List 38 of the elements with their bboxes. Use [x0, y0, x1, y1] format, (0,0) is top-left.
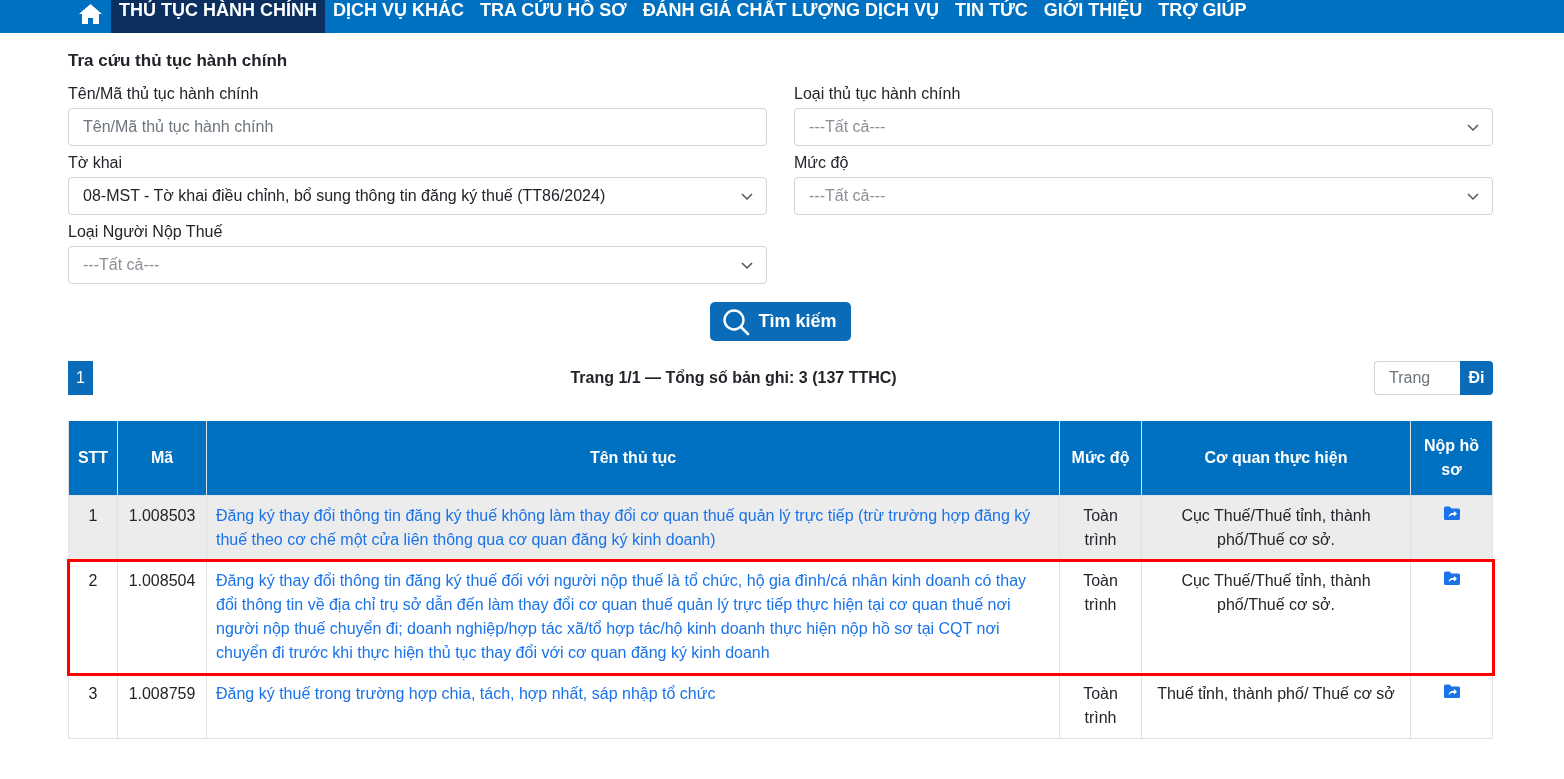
go-button[interactable]: Đi [1460, 361, 1493, 395]
select-field[interactable]: 08-MST - Tờ khai điều chỉnh, bổ sung thông tin đăng ký thuế (TT86/2024) [68, 177, 767, 215]
table-cell: Thuế tỉnh, thành phố/ Thuế cơ sở [1141, 673, 1411, 739]
nav-item[interactable]: TRỢ GIÚP [1150, 0, 1255, 33]
column-header: Mức độ [1059, 421, 1142, 496]
nav-item[interactable]: GIỚI THIỆU [1035, 0, 1151, 33]
table-cell: 1.008759 [117, 673, 207, 739]
field-label: Tên/Mã thủ tục hành chính [68, 85, 260, 103]
field-label: Loại Người Nộp Thuế [68, 223, 224, 241]
folder-share-icon[interactable] [1442, 683, 1461, 699]
table-cell: 3 [68, 673, 118, 739]
field-label: Tờ khai [68, 154, 124, 172]
column-header: Cơ quan thực hiện [1141, 421, 1411, 496]
table-cell: 1 [68, 495, 118, 561]
column-header: STT [68, 421, 118, 496]
table-cell: Toàn trình [1059, 673, 1142, 739]
column-header: Nộp hồ sơ [1410, 421, 1493, 496]
nav-item[interactable]: TRA CỨU HỒ SƠ [472, 0, 635, 33]
nav-item[interactable]: TIN TỨC [946, 0, 1036, 33]
search-icon [722, 307, 751, 336]
record-summary: Trang 1/1 — Tổng số bản ghi: 3 (137 TTHC) [569, 369, 898, 387]
page-button[interactable]: 1 [68, 361, 93, 395]
nav-item[interactable]: ĐÁNH GIÁ CHẤT LƯỢNG DỊCH VỤ [634, 0, 947, 33]
select-field[interactable]: ---Tất cả--- [68, 246, 767, 284]
folder-share-icon[interactable] [1442, 570, 1461, 586]
select-field[interactable]: ---Tất cả--- [794, 108, 1493, 146]
search-button[interactable]: Tìm kiếm [710, 302, 851, 341]
field-label: Loại thủ tục hành chính [794, 85, 962, 103]
nav-item[interactable]: THỦ TỤC HÀNH CHÍNH [111, 0, 325, 33]
page-input-field[interactable]: Trang [1374, 361, 1460, 395]
input-field[interactable]: Tên/Mã thủ tục hành chính [68, 108, 767, 146]
column-header: Tên thủ tục [206, 421, 1060, 496]
nav-item[interactable]: DỊCH VỤ KHÁC [325, 0, 472, 33]
form-title: Tra cứu thủ tục hành chính [68, 51, 289, 71]
column-header: Mã [117, 421, 207, 496]
folder-share-icon[interactable] [1442, 505, 1461, 521]
select-field[interactable]: ---Tất cả--- [794, 177, 1493, 215]
field-label: Mức độ [794, 154, 850, 172]
